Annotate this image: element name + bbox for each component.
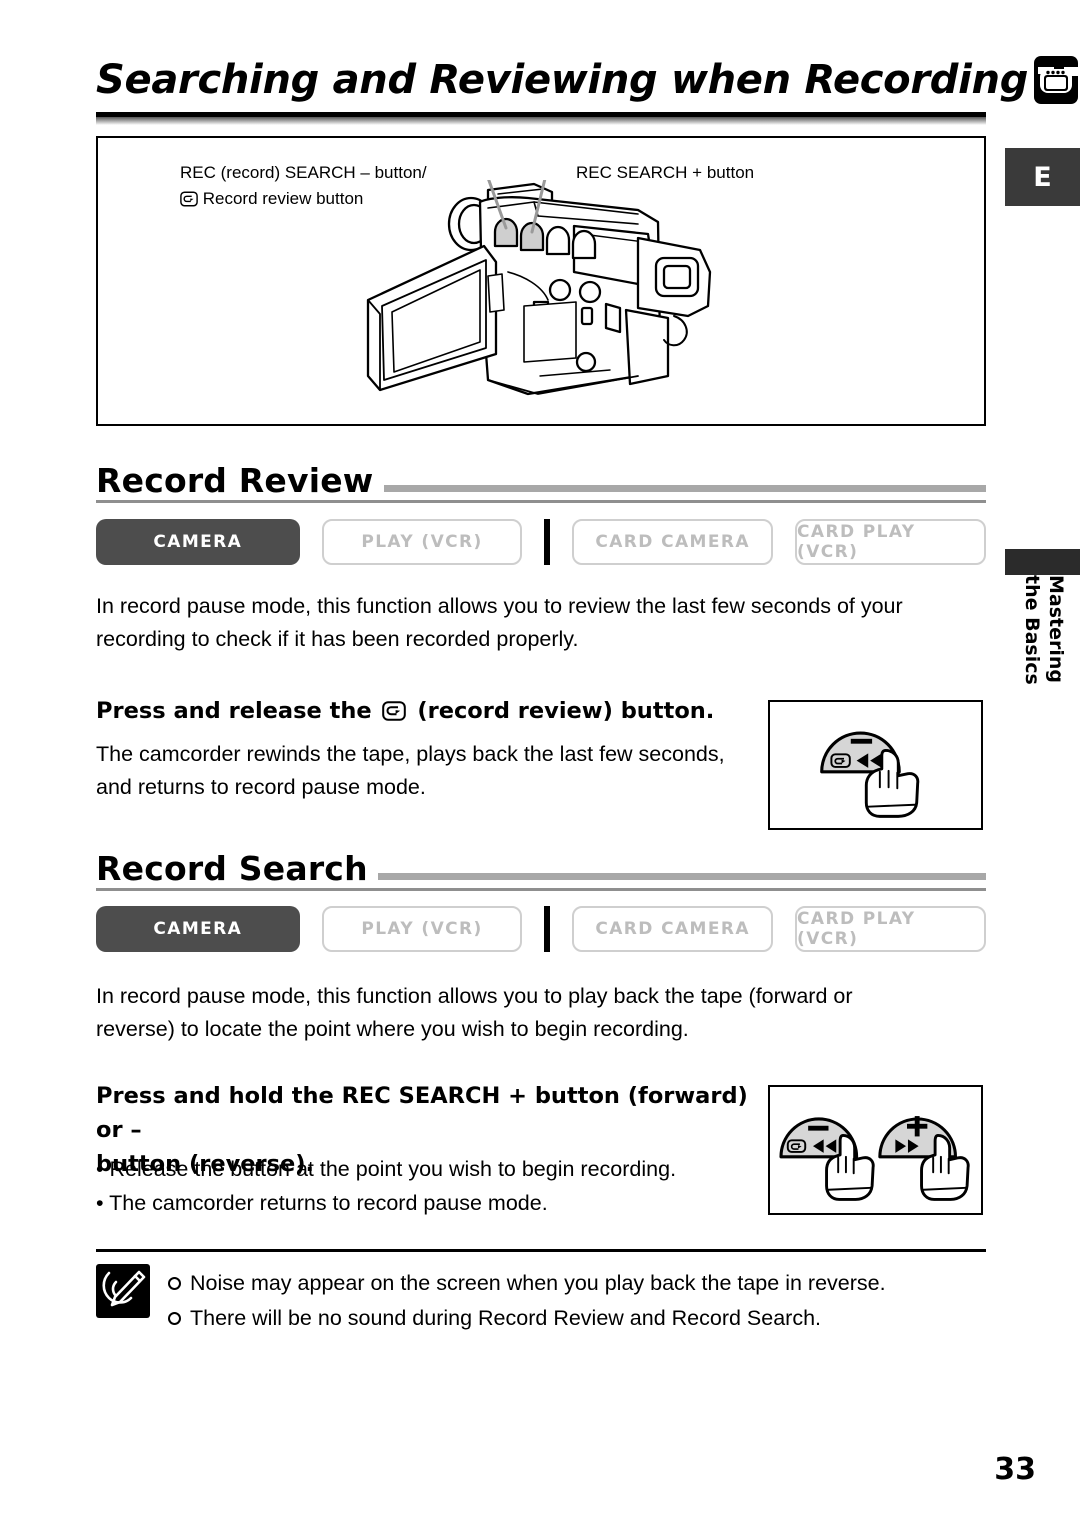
record-search-bullets: • Release the button at the point you wi… [96,1152,776,1221]
language-tab-e: E [1005,148,1080,206]
record-review-intro: In record pause mode, this function allo… [96,590,986,655]
instruction-prefix: Press and release the [96,698,372,724]
note-item: Noise may appear on the screen when you … [168,1266,886,1301]
section-title: Record Review [96,461,374,500]
manual-page: Searching and Reviewing when Recording R… [0,0,1080,1535]
title-rule-shadow [96,117,986,125]
dome-button-minus [820,731,920,818]
chapter-tab-bar [1005,549,1080,575]
page-title: Searching and Reviewing when Recording [96,57,1029,103]
record-review-icon [382,701,407,721]
mode-badge-camera[interactable]: CAMERA [96,906,300,952]
section-title: Record Search [96,849,368,888]
mode-badge-camera[interactable]: CAMERA [96,519,300,565]
dome-button-plus [878,1116,970,1201]
memo-pencil-icon [96,1264,150,1318]
note-bullet-icon [168,1277,181,1290]
page-number: 33 [994,1452,1036,1487]
section-heading-record-search: Record Search [96,852,986,885]
chapter-label-line1: Mastering [1045,575,1067,684]
mode-badges-record-search: CAMERA PLAY (VCR) CARD CAMERA CARD PLAY … [96,906,986,952]
mode-divider [544,519,551,565]
mode-badge-card-camera[interactable]: CARD CAMERA [572,519,774,565]
mode-badge-card-camera[interactable]: CARD CAMERA [572,906,774,952]
instruction-line-1: Press and hold the REC SEARCH + button (… [96,1083,748,1143]
figure-box: REC (record) SEARCH – button/ Record rev… [96,136,986,426]
chapter-tab-label: Mastering the Basics [1005,575,1080,735]
notes-divider [96,1249,986,1252]
mode-badges-record-review: CAMERA PLAY (VCR) CARD CAMERA CARD PLAY … [96,519,986,565]
intro-line-1: In record pause mode, this function allo… [96,984,853,1008]
camcorder-illustration [366,180,712,396]
notes-block: Noise may appear on the screen when you … [96,1264,986,1336]
page-title-row: Searching and Reviewing when Recording [96,52,1079,108]
intro-line-1: In record pause mode, this function allo… [96,594,903,618]
intro-line-2: reverse) to locate the point where you w… [96,1016,689,1041]
note-bullet-icon [168,1311,181,1325]
intro-line-2: recording to check if it has been record… [96,626,579,651]
section-underline [96,888,986,891]
notes-list: Noise may appear on the screen when you … [168,1264,886,1336]
bullet-item: • Release the button at the point you wi… [96,1157,677,1181]
minus-sign [850,738,873,744]
heading-bar [377,873,986,880]
note-item: There will be no sound during Record Rev… [168,1301,886,1336]
camcorder-icon [1034,56,1079,104]
record-review-button-figure [768,700,983,830]
note-item-text: Noise may appear on the screen when you … [190,1271,886,1295]
note-item-text: There will be no sound during Record Rev… [190,1305,822,1330]
detail-line-2: and returns to record pause mode. [96,774,426,799]
section-heading-record-review: Record Review [96,464,986,497]
bullet-item: • The camcorder returns to record pause … [96,1191,548,1216]
mode-divider [544,906,551,952]
mode-badge-play-vcr[interactable]: PLAY (VCR) [321,519,523,565]
record-review-icon [180,191,198,206]
heading-bar [383,485,986,492]
section-underline [96,500,986,503]
record-search-intro: In record pause mode, this function allo… [96,980,986,1045]
mode-badge-card-play-vcr[interactable]: CARD PLAY (VCR) [795,906,986,952]
instruction-suffix: (record review) button. [417,698,715,724]
mode-badge-card-play-vcr[interactable]: CARD PLAY (VCR) [795,519,986,565]
minus-sign [808,1125,829,1131]
record-review-detail: The camcorder rewinds the tape, plays ba… [96,738,756,803]
chapter-label-line2: the Basics [1021,575,1043,685]
mode-badge-play-vcr[interactable]: PLAY (VCR) [321,906,523,952]
record-review-instruction: Press and release the (record review) bu… [96,695,756,729]
record-search-button-figure [768,1085,983,1215]
dome-button-minus [779,1117,875,1201]
detail-line-1: The camcorder rewinds the tape, plays ba… [96,742,725,766]
